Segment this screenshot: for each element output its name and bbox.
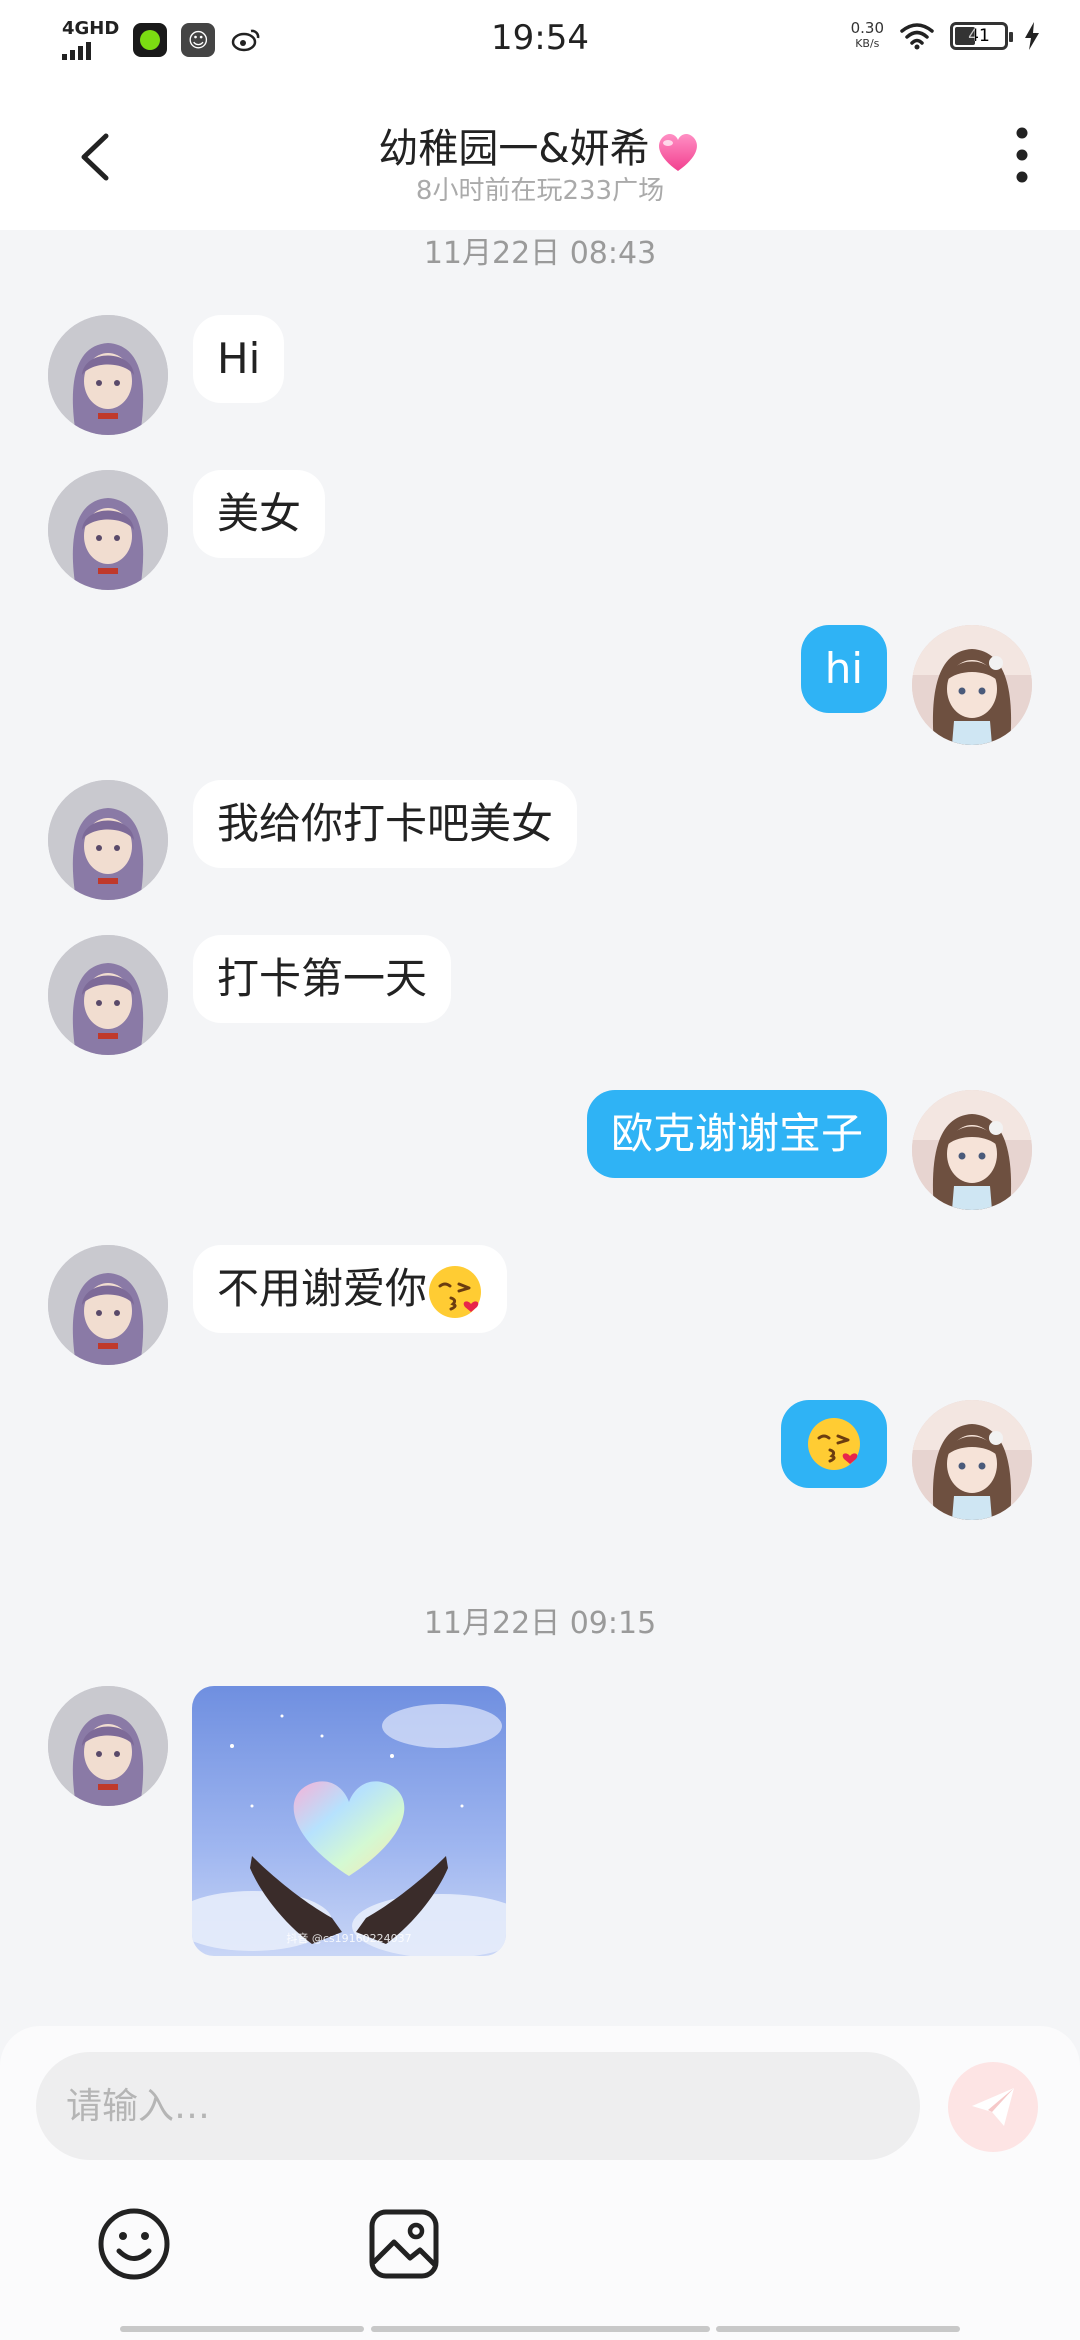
page-title: 幼稚园一&妍希	[0, 116, 1080, 174]
message-bubble-outgoing[interactable]	[781, 1400, 887, 1488]
more-vertical-icon	[1016, 127, 1028, 183]
wifi-icon	[900, 23, 934, 50]
speed-value: 0.30	[850, 19, 884, 37]
more-options-button[interactable]	[992, 120, 1052, 190]
charging-icon	[1025, 22, 1039, 50]
message-composer	[0, 2026, 1080, 2340]
message-bubble-outgoing[interactable]: hi	[800, 625, 887, 713]
message-bubble-incoming[interactable]: Hi	[193, 315, 285, 403]
nav-bar-segment	[716, 2326, 960, 2332]
chat-header: 幼稚园一&妍希 8小时前在玩233广场	[0, 80, 1080, 230]
contact-name: 幼稚园一&妍希	[378, 126, 650, 172]
image-message[interactable]: 抖音 @cs19160224037	[192, 1686, 506, 1956]
battery-level: 41	[968, 26, 990, 46]
message-input[interactable]	[36, 2052, 920, 2160]
my-avatar[interactable]	[912, 625, 1032, 745]
nav-bar-segment	[120, 2326, 364, 2332]
speed-unit: KB/s	[855, 37, 880, 50]
heart-hands-image	[192, 1686, 506, 1956]
image-watermark: 抖音 @cs19160224037	[286, 1932, 412, 1945]
status-right-group: 0.30 KB/s 41	[851, 20, 1040, 52]
battery-icon: 41	[950, 22, 1013, 50]
timestamp: 11月22日 09:15	[423, 1606, 657, 1641]
emoji-button[interactable]	[96, 2206, 172, 2282]
image-picker-button[interactable]	[366, 2206, 442, 2282]
smiley-icon	[98, 2208, 170, 2280]
my-avatar[interactable]	[912, 1090, 1032, 1210]
contact-avatar[interactable]	[48, 780, 168, 900]
nav-bar-segment	[371, 2326, 710, 2332]
contact-avatar[interactable]	[48, 315, 168, 435]
network-speed: 0.30 KB/s	[851, 20, 884, 52]
timestamp: 11月22日 08:43	[423, 236, 657, 271]
contact-avatar[interactable]	[48, 1686, 168, 1806]
message-bubble-incoming[interactable]: 美女	[193, 470, 326, 558]
kiss-emoji-icon	[808, 1418, 860, 1470]
send-button[interactable]	[948, 2062, 1038, 2152]
heart-icon	[658, 133, 697, 171]
image-icon	[369, 2209, 439, 2279]
message-bubble-outgoing[interactable]: 欧克谢谢宝子	[586, 1090, 887, 1178]
kiss-emoji-icon	[429, 1265, 482, 1318]
online-status: 8小时前在玩233广场	[415, 176, 665, 206]
my-avatar[interactable]	[912, 1400, 1032, 1520]
message-bubble-incoming[interactable]: 我给你打卡吧美女	[193, 780, 578, 868]
send-icon	[972, 2088, 1014, 2126]
status-bar: 4GHD ☺ 19:54 0.30 KB/s 41	[0, 0, 1080, 80]
contact-avatar[interactable]	[48, 1245, 168, 1365]
contact-avatar[interactable]	[48, 935, 168, 1055]
message-text: 不用谢爱你	[217, 1264, 428, 1313]
message-bubble-incoming[interactable]: 打卡第一天	[193, 935, 452, 1023]
contact-avatar[interactable]	[48, 470, 168, 590]
message-bubble-incoming[interactable]: 不用谢爱你	[193, 1245, 508, 1333]
